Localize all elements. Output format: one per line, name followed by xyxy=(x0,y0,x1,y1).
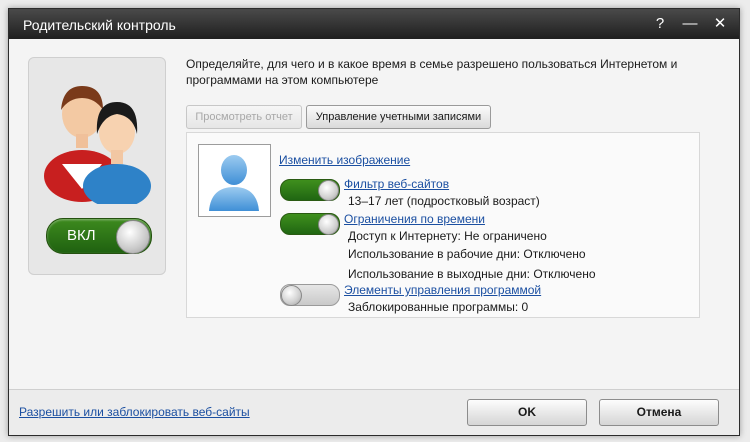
weekdays-usage-text: Использование в рабочие дни: Отключено xyxy=(348,247,586,261)
settings-panel: Изменить изображение Фильтр веб-сайтов 1… xyxy=(186,132,700,318)
web-filter-link[interactable]: Фильтр веб-сайтов xyxy=(344,177,449,191)
allow-block-websites-link[interactable]: Разрешить или заблокировать веб-сайты xyxy=(19,405,250,419)
ok-button[interactable]: OK xyxy=(467,399,587,426)
parental-control-toggle[interactable]: ВКЛ xyxy=(46,218,152,254)
window-title: Родительский контроль xyxy=(23,17,176,33)
help-icon[interactable]: ? xyxy=(649,13,671,35)
toggle-knob xyxy=(281,285,302,306)
internet-access-text: Доступ к Интернету: Не ограничено xyxy=(348,229,547,243)
blocked-programs-text: Заблокированные программы: 0 xyxy=(348,300,529,314)
program-controls-toggle[interactable] xyxy=(280,284,340,306)
web-filter-toggle[interactable] xyxy=(280,179,340,201)
close-icon[interactable]: ✕ xyxy=(709,13,731,35)
weekends-usage-text: Использование в выходные дни: Отключено xyxy=(348,267,596,281)
toggle-label: ВКЛ xyxy=(67,227,96,244)
user-avatar[interactable] xyxy=(198,144,271,217)
title-bar: Родительский контроль ? — ✕ xyxy=(9,9,739,39)
footer: Разрешить или заблокировать веб-сайты OK… xyxy=(9,390,739,435)
cancel-button[interactable]: Отмена xyxy=(599,399,719,426)
change-image-link[interactable]: Изменить изображение xyxy=(279,153,410,167)
minimize-icon[interactable]: — xyxy=(679,13,701,35)
time-limits-link[interactable]: Ограничения по времени xyxy=(344,212,485,226)
web-filter-detail: 13–17 лет (подростковый возраст) xyxy=(348,194,540,208)
status-panel: ВКЛ xyxy=(28,57,166,275)
program-controls-link[interactable]: Элементы управления программой xyxy=(344,283,541,297)
description-text: Определяйте, для чего и в какое время в … xyxy=(186,57,678,87)
family-icon xyxy=(44,86,151,204)
view-report-button[interactable]: Просмотреть отчет xyxy=(186,105,302,129)
manage-accounts-button[interactable]: Управление учетными записями xyxy=(306,105,491,129)
user-icon xyxy=(209,155,259,211)
parental-control-window: Родительский контроль ? — ✕ ВКЛ Определя… xyxy=(8,8,740,436)
toggle-knob xyxy=(318,214,339,235)
toggle-knob xyxy=(318,180,339,201)
toggle-knob xyxy=(116,220,150,254)
time-limits-toggle[interactable] xyxy=(280,213,340,235)
